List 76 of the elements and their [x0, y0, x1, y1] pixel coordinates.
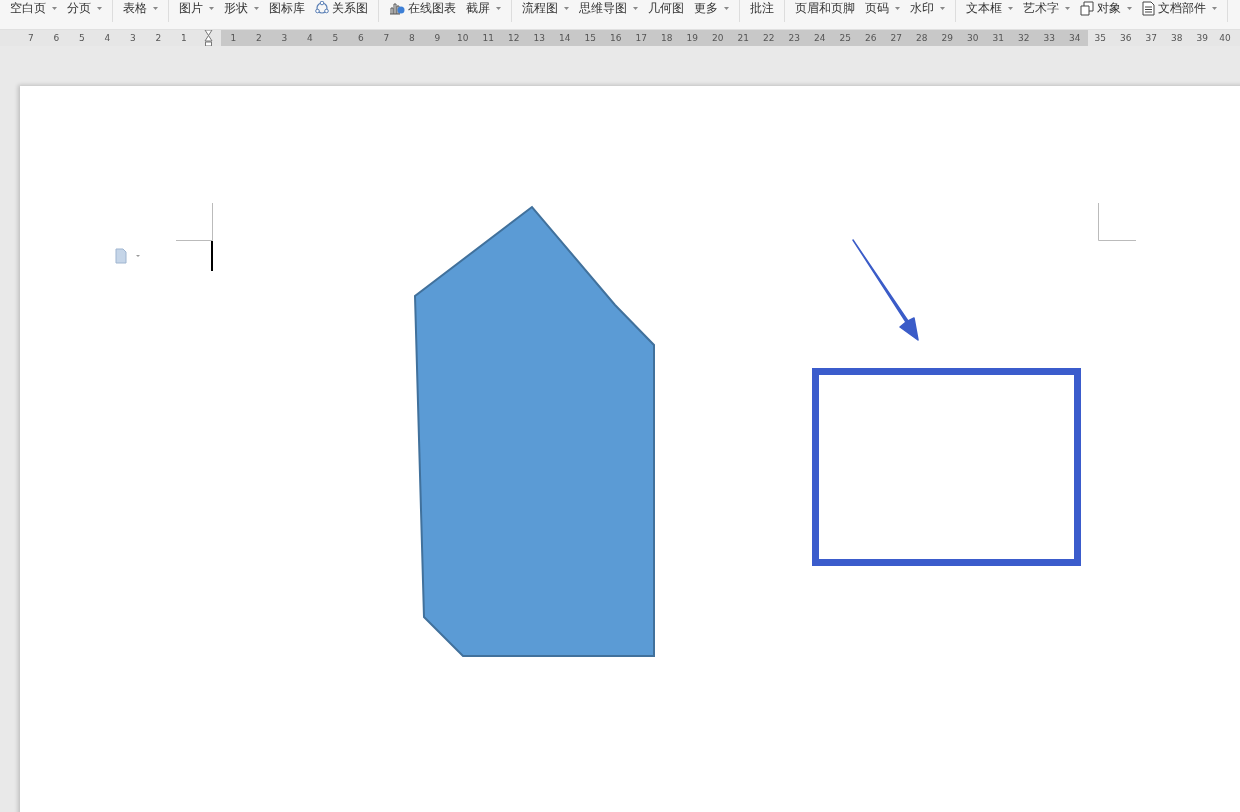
ruler-number: 5 — [77, 32, 86, 45]
ruler-number: 25 — [838, 32, 852, 45]
toolbar-button[interactable]: 在线图表 — [389, 0, 456, 16]
ruler-number: 1 — [229, 32, 238, 45]
ruler-number: 13 — [532, 32, 546, 45]
ruler-number: 36 — [1119, 32, 1133, 45]
toolbar-button[interactable]: 图标库 — [269, 0, 305, 16]
ruler-number: 28 — [915, 32, 929, 45]
ruler-number: 38 — [1170, 32, 1184, 45]
ruler-number: 37 — [1144, 32, 1158, 45]
toolbar-button[interactable]: 思维导图 — [579, 0, 638, 16]
ruler-number: 1 — [179, 32, 188, 45]
ruler-number: 6 — [356, 32, 365, 45]
ruler-number: 7 — [382, 32, 391, 45]
toolbar-button[interactable]: 批注 — [750, 0, 774, 16]
toolbar-button[interactable]: 更多 — [694, 0, 729, 16]
bar-chart-icon — [389, 1, 405, 15]
arrow[interactable] — [852, 239, 919, 341]
ruler-number: 12 — [507, 32, 521, 45]
toolbar-button[interactable]: 对象 — [1080, 0, 1132, 16]
toolbar-button[interactable]: 关系图 — [315, 0, 368, 16]
rectangle-shape[interactable] — [812, 368, 1081, 566]
ruler-number: 32 — [1017, 32, 1031, 45]
ruler-number: 22 — [762, 32, 776, 45]
ruler-number: 14 — [558, 32, 572, 45]
toolbar-button[interactable]: 形状 — [224, 0, 259, 16]
toolbar-button[interactable]: 分页 — [67, 0, 102, 16]
polygon-shape[interactable] — [414, 205, 655, 657]
ruler-number: 29 — [940, 32, 954, 45]
ruler-number: 20 — [711, 32, 725, 45]
ruler-number: 40 — [1218, 32, 1232, 45]
ruler-number: 2 — [254, 32, 263, 45]
toolbar-button[interactable]: 空白页 — [10, 0, 57, 16]
ruler-number: 7 — [26, 32, 35, 45]
ruler-number: 3 — [128, 32, 137, 45]
ruler-number: 39 — [1195, 32, 1209, 45]
corner-mark — [175, 202, 213, 241]
toolbar-button[interactable]: 页码 — [865, 0, 900, 16]
toolbar-button[interactable]: 流程图 — [522, 0, 569, 16]
ruler-number: 30 — [966, 32, 980, 45]
ruler-number: 27 — [889, 32, 903, 45]
toolbar-button[interactable]: 文本框 — [966, 0, 1013, 16]
ruler-number: 26 — [864, 32, 878, 45]
ruler-number: 2 — [154, 32, 163, 45]
ruler-number: 15 — [583, 32, 597, 45]
ruler-number: 6 — [52, 32, 61, 45]
ruler-number: 21 — [736, 32, 750, 45]
ruler-number: 5 — [331, 32, 340, 45]
ruler-number: 3 — [280, 32, 289, 45]
ruler-number: 31 — [991, 32, 1005, 45]
ruler-number: 11 — [481, 32, 495, 45]
toolbar-button[interactable]: 水印 — [910, 0, 945, 16]
ruler-number: 16 — [609, 32, 623, 45]
text-cursor — [211, 241, 213, 271]
toolbar-button[interactable]: 截屏 — [466, 0, 501, 16]
ruler-number: 34 — [1068, 32, 1082, 45]
ruler-number: 10 — [456, 32, 470, 45]
ruler-number: 35 — [1093, 32, 1107, 45]
ruler-number: 24 — [813, 32, 827, 45]
toolbar-button[interactable]: 艺术字 — [1023, 0, 1070, 16]
indent-marker-icon[interactable] — [204, 30, 213, 46]
ruler-number: 8 — [407, 32, 416, 45]
ruler-number: 33 — [1042, 32, 1056, 45]
toolbar-button[interactable]: 表格 — [123, 0, 158, 16]
ruler-number: 4 — [305, 32, 314, 45]
ruler-number: 17 — [634, 32, 648, 45]
corner-mark — [1098, 202, 1137, 241]
ruler-number: 4 — [103, 32, 112, 45]
toolbar-button[interactable]: 页眉和页脚 — [795, 0, 855, 16]
ruler-number: 19 — [685, 32, 699, 45]
ruler-number: 18 — [660, 32, 674, 45]
toolbar-button[interactable]: 图片 — [179, 0, 214, 16]
toolbar-button[interactable]: 文档部件 — [1142, 0, 1217, 16]
toolbar-button[interactable]: 几何图 — [648, 0, 684, 16]
ruler-number: 23 — [787, 32, 801, 45]
ruler-number: 9 — [433, 32, 442, 45]
